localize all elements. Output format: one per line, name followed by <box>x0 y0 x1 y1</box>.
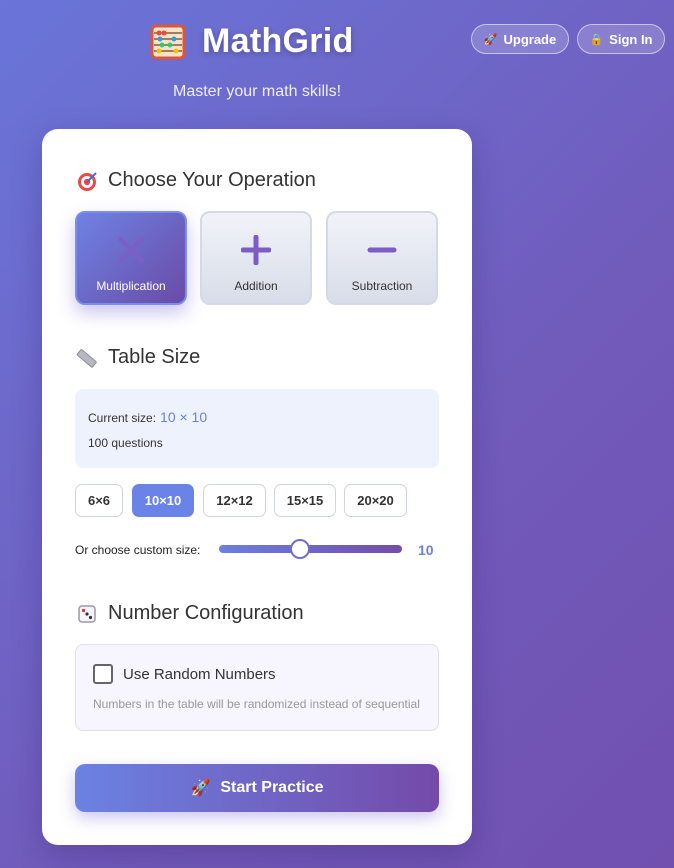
current-size-line: Current size: 10 × 10 <box>88 409 207 425</box>
random-numbers-panel: Use Random Numbers Numbers in the table … <box>75 644 439 731</box>
operation-subtraction[interactable]: Subtraction <box>326 211 438 305</box>
custom-size-label: Or choose custom size: <box>75 543 201 557</box>
operation-section-title: Choose Your Operation <box>76 169 316 192</box>
number-config-section-title: Number Configuration <box>76 602 304 625</box>
size-preset-12[interactable]: 12×12 <box>203 484 266 517</box>
app-title: MathGrid <box>202 22 354 60</box>
target-icon <box>76 170 98 192</box>
upgrade-label: Upgrade <box>503 31 557 47</box>
slider-value: 10 <box>418 542 434 558</box>
abacus-icon <box>150 24 186 59</box>
minus-icon <box>367 233 397 267</box>
start-practice-label: Start Practice <box>220 779 324 796</box>
slider-thumb[interactable] <box>290 539 310 559</box>
upgrade-button[interactable]: 🚀 Upgrade <box>471 24 569 54</box>
table-size-title-text: Table Size <box>108 346 201 368</box>
size-preset-6[interactable]: 6×6 <box>75 484 123 517</box>
random-numbers-label[interactable]: Use Random Numbers <box>123 666 276 683</box>
tagline: Master your math skills! <box>173 83 342 100</box>
size-preset-10[interactable]: 10×10 <box>132 484 194 517</box>
custom-size-slider[interactable] <box>219 545 402 553</box>
size-preset-20[interactable]: 20×20 <box>344 484 407 517</box>
random-numbers-description: Numbers in the table will be randomized … <box>93 697 420 711</box>
settings-card: Choose Your Operation Multiplication Add… <box>42 129 472 845</box>
plus-icon <box>241 233 271 267</box>
operation-label: Addition <box>234 279 278 293</box>
size-preset-15[interactable]: 15×15 <box>274 484 336 517</box>
current-size-label: Current size: <box>88 411 157 425</box>
operation-multiplication[interactable]: Multiplication <box>75 211 187 305</box>
sign-in-label: Sign In <box>609 31 653 47</box>
operation-label: Subtraction <box>351 279 413 293</box>
multiply-icon <box>116 233 146 267</box>
logo: MathGrid <box>150 22 354 61</box>
ruler-icon <box>76 347 98 369</box>
random-numbers-checkbox[interactable] <box>93 664 113 684</box>
dice-icon <box>76 603 98 625</box>
operation-title-text: Choose Your Operation <box>108 169 316 191</box>
question-count: 100 questions <box>88 436 163 450</box>
current-size-panel: Current size: 10 × 10 100 questions <box>75 389 439 468</box>
operation-addition[interactable]: Addition <box>200 211 312 305</box>
table-size-section-title: Table Size <box>76 346 200 369</box>
start-practice-button[interactable]: 🚀 Start Practice <box>75 764 439 812</box>
rocket-icon: 🚀 <box>190 780 211 797</box>
rocket-icon: 🚀 <box>483 33 498 46</box>
sign-in-button[interactable]: 🔒 Sign In <box>577 24 665 54</box>
current-size-value: 10 × 10 <box>160 409 208 425</box>
number-config-title-text: Number Configuration <box>108 602 304 624</box>
lock-icon: 🔒 <box>589 33 604 46</box>
operation-label: Multiplication <box>96 279 166 293</box>
